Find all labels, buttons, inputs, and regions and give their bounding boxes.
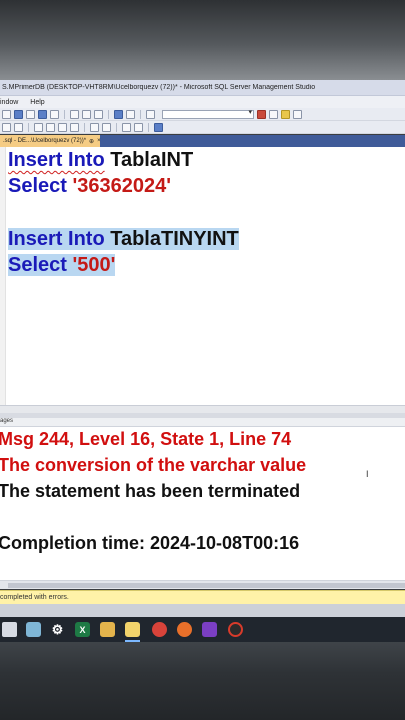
camera-blur-top: [0, 0, 405, 80]
results-grid-icon[interactable]: [46, 122, 55, 132]
completion-time-line: Completion time: 2024-10-08T00:16: [0, 533, 300, 553]
firefox-icon[interactable]: [177, 622, 192, 637]
plan-icon[interactable]: [70, 122, 79, 132]
chrome-icon[interactable]: [152, 622, 167, 637]
query-tab[interactable]: .sql - DE...\Ucelborquezv (72))* ⊕ ×: [0, 135, 101, 147]
undo-icon[interactable]: [114, 109, 123, 119]
terminated-message-line: The statement has been terminated: [0, 481, 301, 501]
screenshot-root: S.MPrimerDB (DESKTOP-VHT8RM\Ucelborquezv…: [0, 0, 405, 720]
status-bar: completed with errors.: [0, 590, 405, 604]
messages-horizontal-scrollbar[interactable]: [0, 580, 405, 589]
selection-highlight: Insert Into TablaTINYINT: [8, 228, 239, 250]
scrollbar-thumb[interactable]: [8, 583, 405, 588]
code-string: '36362024': [72, 175, 172, 197]
excel-icon[interactable]: X: [75, 622, 90, 637]
code-keyword: Insert Into: [8, 149, 105, 171]
redo-icon[interactable]: [126, 109, 135, 119]
toolbar-separator: [108, 109, 109, 119]
toolbar-separator: [64, 109, 65, 119]
menu-item-window[interactable]: indow: [0, 99, 18, 106]
change-connection-icon[interactable]: [14, 122, 23, 132]
recorder-icon[interactable]: [228, 622, 243, 637]
paste-icon[interactable]: [94, 109, 103, 119]
ssms-icon[interactable]: [125, 622, 140, 637]
messages-tab[interactable]: ages: [0, 418, 405, 427]
text-cursor-icon: I: [366, 469, 369, 479]
camera-blur-bottom: [0, 642, 405, 720]
editor-gutter: [0, 147, 6, 405]
specify-values-icon[interactable]: [154, 122, 163, 132]
code-identifier: TablaINT: [110, 149, 194, 171]
properties-icon[interactable]: [257, 109, 266, 119]
explorer-icon[interactable]: [26, 622, 41, 637]
solution-icon[interactable]: [269, 109, 278, 119]
save-icon[interactable]: [38, 109, 47, 119]
close-icon[interactable]: ×: [97, 138, 101, 144]
toolbar-separator: [28, 122, 29, 132]
taskbar: ⚙ X: [0, 617, 405, 642]
selection-highlight: Select '500': [8, 254, 116, 276]
window-title: S.MPrimerDB (DESKTOP-VHT8RM\Ucelborquezv…: [2, 84, 316, 91]
standard-toolbar: [0, 108, 405, 121]
toolbar-icon[interactable]: [2, 109, 11, 119]
status-text: completed with errors.: [0, 594, 69, 601]
comment-icon[interactable]: [90, 122, 99, 132]
query-editor[interactable]: Insert Into TablaINT Select '36362024' I…: [0, 147, 405, 405]
connect-icon[interactable]: [2, 122, 11, 132]
open-file-icon[interactable]: [26, 109, 35, 119]
menu-item-help[interactable]: Help: [30, 99, 44, 106]
excel-letter: X: [79, 624, 86, 635]
cut-icon[interactable]: [70, 109, 79, 119]
files-icon[interactable]: [202, 622, 217, 637]
query-tab-label: .sql - DE...\Ucelborquezv (72))*: [3, 138, 87, 144]
search-combo[interactable]: [162, 108, 254, 119]
save-all-icon[interactable]: [50, 109, 59, 119]
code-string: '500': [72, 254, 116, 276]
more-icon[interactable]: [293, 109, 302, 119]
copy-icon[interactable]: [82, 109, 91, 119]
code-line-5: Select '500': [8, 252, 116, 278]
toolbar-separator: [140, 109, 141, 119]
menu-bar: indow Help: [0, 96, 405, 108]
pin-icon[interactable]: ⊕: [89, 138, 94, 145]
find-icon[interactable]: [146, 109, 155, 119]
windows-icon[interactable]: [2, 622, 17, 637]
code-keyword: Select: [8, 175, 67, 197]
pane-splitter[interactable]: [0, 405, 405, 413]
results-file-icon[interactable]: [58, 122, 67, 132]
sql-editor-toolbar: [0, 121, 405, 134]
code-identifier: TablaTINYINT: [110, 228, 239, 250]
folder-icon[interactable]: [100, 622, 115, 637]
indent-icon[interactable]: [134, 122, 143, 132]
messages-pane[interactable]: Msg 244, Level 16, State 1, Line 74 The …: [0, 427, 405, 580]
new-query-icon[interactable]: [14, 109, 23, 119]
uncomment-icon[interactable]: [102, 122, 111, 132]
toolbar-separator: [84, 122, 85, 132]
code-line-2: Select '36362024': [8, 173, 171, 199]
window-titlebar: S.MPrimerDB (DESKTOP-VHT8RM\Ucelborquezv…: [0, 80, 405, 96]
code-line-4: Insert Into TablaTINYINT: [8, 226, 239, 252]
error-message-line: The conversion of the varchar value: [0, 455, 307, 475]
settings-icon[interactable]: ⚙: [50, 622, 65, 637]
toolbox-icon[interactable]: [281, 109, 290, 119]
outdent-icon[interactable]: [122, 122, 131, 132]
toolbar-separator: [148, 122, 149, 132]
code-line-1: Insert Into TablaINT: [8, 147, 193, 173]
window-bottom-edge: [0, 604, 405, 617]
document-tab-strip: .sql - DE...\Ucelborquezv (72))* ⊕ ×: [0, 135, 405, 147]
messages-tab-label: ages: [0, 418, 14, 424]
results-text-icon[interactable]: [34, 122, 43, 132]
error-message-line: Msg 244, Level 16, State 1, Line 74: [0, 429, 292, 449]
code-keyword: Insert Into: [8, 228, 105, 250]
toolbar-separator: [116, 122, 117, 132]
code-keyword: Select: [8, 254, 67, 276]
